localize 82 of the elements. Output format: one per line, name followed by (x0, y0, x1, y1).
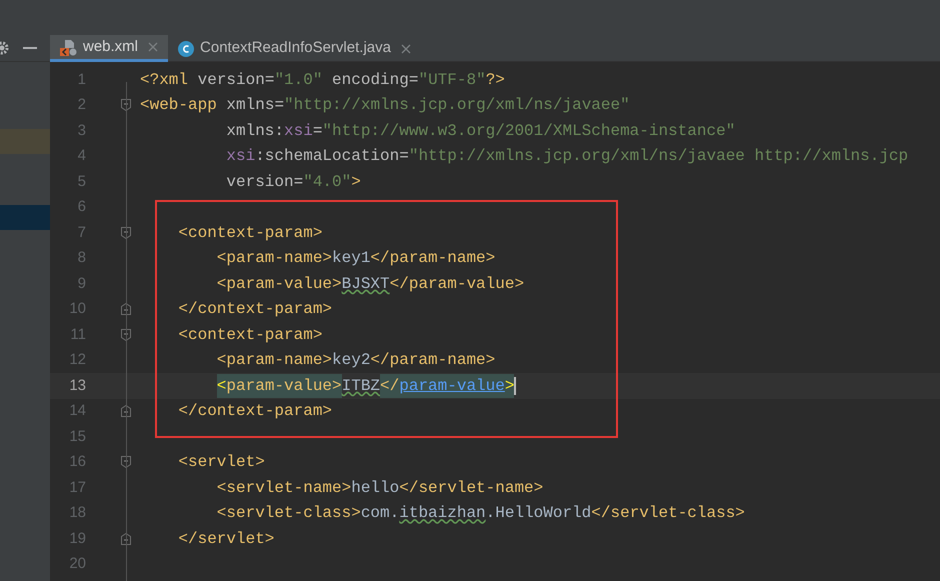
code-token: > (504, 374, 514, 398)
code-token: </param-value> (390, 274, 524, 295)
class-icon (178, 40, 194, 56)
code-token: encoding (332, 70, 409, 91)
code-token: ITBZ (342, 376, 380, 397)
code-token: <servlet> (178, 452, 265, 474)
tab-label: ContextReadInfoServlet.java (200, 38, 391, 58)
code-token: <web-app (140, 95, 218, 116)
code-token: <param-name> (216, 248, 332, 270)
code-token: param-value> (226, 374, 342, 398)
code-token: com. (360, 503, 400, 524)
line-number: 15 (68, 426, 86, 446)
code-token: <context-param> (178, 222, 322, 244)
code-token: </param-name> (370, 248, 496, 270)
code-token: <servlet-class> (216, 503, 361, 524)
code-token: </ (380, 374, 400, 398)
line-number: 2 (76, 95, 86, 115)
code-token: "1.0" (274, 70, 324, 91)
code-token: = (408, 70, 418, 91)
code-token: :schemaLocation (255, 146, 400, 168)
code-token: <param-value> (216, 274, 342, 295)
code-token: xsi (226, 146, 256, 168)
line-number: 9 (76, 274, 86, 294)
code-token: = (399, 146, 409, 168)
code-token: </context-param> (178, 401, 332, 422)
code-token: </servlet-name> (399, 478, 544, 499)
line-number: 6 (76, 197, 86, 217)
line-number: 1 (76, 70, 86, 90)
text-caret (514, 376, 516, 395)
close-icon[interactable] (400, 44, 411, 54)
code-token: version (198, 70, 265, 91)
code-token: itbaizhan (399, 503, 486, 524)
code-token: = (312, 120, 322, 142)
code-token: <context-param> (178, 324, 322, 346)
line-number: 19 (68, 528, 86, 548)
code-token: key2 (332, 350, 370, 372)
line-number: 10 (68, 299, 86, 319)
code-token: hello (351, 478, 400, 499)
code-token: xmlns: (226, 120, 284, 142)
code-token: version (226, 172, 294, 193)
line-number: 4 (76, 146, 86, 166)
code-token: <servlet-name> (216, 478, 352, 499)
code-token: = (294, 172, 304, 193)
line-number: 14 (68, 401, 86, 421)
code-token: xmlns (226, 95, 274, 116)
code-token: key1 (332, 248, 370, 270)
code-token: ?> (486, 70, 505, 91)
code-token: = (274, 95, 284, 116)
line-number: 13 (68, 376, 86, 396)
tab-label: web.xml (83, 36, 138, 57)
line-number: 5 (76, 172, 86, 192)
line-number: 11 (69, 324, 86, 344)
code-token: xsi (284, 120, 313, 142)
line-number: 8 (76, 248, 86, 268)
line-number: 20 (68, 554, 86, 574)
code-token: = (264, 70, 274, 91)
code-token: </servlet-class> (591, 503, 745, 524)
code-token: "http://xmlns.jcp.org/xml/ns/javaee http://xmlns.jcp (408, 146, 908, 168)
code-token: "4.0" (303, 172, 352, 193)
code-token: "UTF-8" (418, 70, 486, 91)
code-token: </servlet> (178, 528, 274, 550)
editor-tab[interactable]: web.xml (50, 35, 168, 62)
line-number: 16 (68, 452, 86, 472)
code-token: "http://xmlns.jcp.org/xml/ns/javaee" (284, 95, 630, 116)
line-number: 3 (76, 120, 86, 140)
tag-link[interactable]: param-value (399, 374, 505, 398)
code-token: </context-param> (178, 299, 332, 320)
line-number: 7 (76, 222, 86, 242)
code-token: <param-name> (216, 350, 332, 372)
settings-icon[interactable] (0, 41, 10, 55)
code-token: < (216, 374, 226, 398)
line-number: 12 (68, 350, 86, 370)
code-token: > (351, 172, 361, 193)
code-token: BJSXT (342, 274, 390, 295)
code-token: .HelloWorld (486, 503, 592, 524)
xml-file-icon (60, 38, 77, 56)
line-number: 18 (68, 503, 86, 523)
line-number: 17 (68, 478, 86, 498)
code-token: "http://www.w3.org/2001/XMLSchema-instance" (322, 120, 736, 142)
editor-tab[interactable]: ContextReadInfoServlet.java (168, 35, 421, 62)
code-token: <?xml (140, 70, 190, 91)
code-token: </param-name> (370, 350, 496, 372)
